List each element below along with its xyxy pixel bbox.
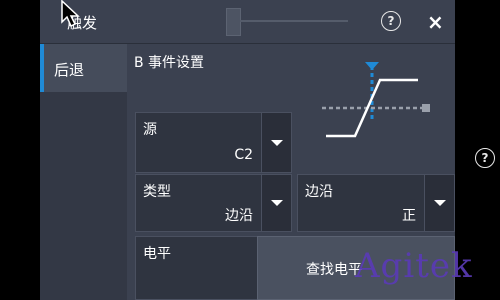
source-label: 源 [143,122,157,138]
mouse-cursor-icon [61,0,80,28]
type-label: 类型 [143,184,171,200]
source-dropdown-button[interactable] [261,113,291,172]
chevron-down-icon [271,139,283,146]
source-field[interactable]: 源 C2 [135,112,292,173]
section-title: B 事件设置 [134,55,205,71]
chevron-down-icon [271,200,283,206]
type-field[interactable]: 类型 边沿 [135,174,292,232]
edge-label: 边沿 [305,184,333,200]
dialog-header: 触发 ? × [40,0,455,44]
edge-field[interactable]: 边沿 正 [297,174,455,232]
sidebar-item-label: 后退 [54,61,85,79]
help-icon[interactable]: ? [475,148,495,168]
rising-edge-icon [322,62,430,138]
drag-track [240,20,348,22]
drag-handle[interactable] [226,8,241,36]
sidebar: 后退 [40,44,127,300]
watermark-logo: Agitek [355,246,473,286]
level-label: 电平 [143,246,171,262]
find-level-label: 查找电平 [306,262,362,278]
edge-dropdown-button[interactable] [424,175,454,231]
edge-value: 正 [402,208,416,224]
type-dropdown-button[interactable] [261,175,291,231]
chevron-down-icon [434,200,446,206]
sidebar-item-back[interactable]: 后退 [40,44,127,92]
help-icon[interactable]: ? [381,11,401,31]
type-value: 边沿 [225,208,253,224]
close-icon[interactable]: × [427,10,444,34]
source-value: C2 [234,147,253,163]
